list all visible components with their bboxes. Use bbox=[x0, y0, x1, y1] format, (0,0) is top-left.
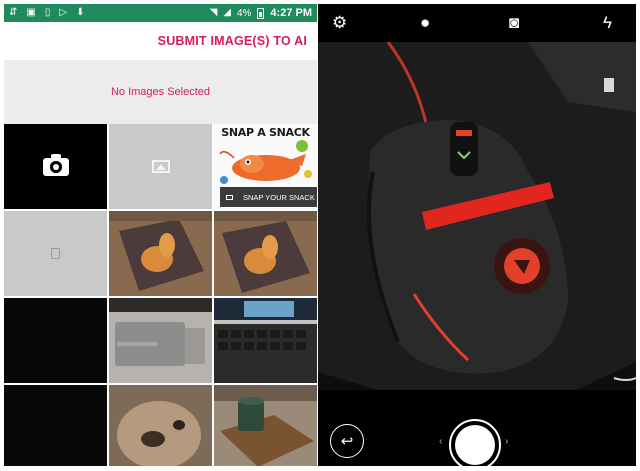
camera-viewfinder[interactable] bbox=[318, 42, 636, 390]
gaming-mouse-preview bbox=[318, 42, 636, 390]
camera-screen: ⚙ ● ◙ ϟ ↩ ‹ › bbox=[318, 4, 636, 466]
app-top-bar: SUBMIT IMAGE(S) TO AI bbox=[4, 22, 317, 60]
screenshot-root: ⇵ ▣ ▯ ▷ ⬇ ◥ ◢ 4% 4:27 PM SUBMIT IMAGE(S)… bbox=[0, 0, 640, 471]
image-picker-screen: ⇵ ▣ ▯ ▷ ⬇ ◥ ◢ 4% 4:27 PM SUBMIT IMAGE(S)… bbox=[4, 4, 317, 466]
phone-icon: ▯ bbox=[44, 7, 51, 18]
snack-caption-bar: SNAP YOUR SNACK bbox=[220, 187, 317, 207]
switch-camera-icon[interactable]: ◙ bbox=[509, 13, 519, 33]
gallery-icon bbox=[226, 194, 233, 200]
dog-photo bbox=[109, 385, 212, 466]
shutter-button[interactable] bbox=[449, 419, 501, 466]
signal-icon: ◢ bbox=[223, 7, 231, 18]
flash-auto-icon[interactable]: ϟ bbox=[603, 13, 612, 33]
photo-thumbnail[interactable] bbox=[214, 298, 317, 383]
file-tile[interactable] bbox=[4, 211, 107, 296]
keyboard-photo bbox=[214, 298, 317, 383]
chevron-left-icon: ‹ bbox=[439, 436, 443, 447]
status-bar: ⇵ ▣ ▯ ▷ ⬇ ◥ ◢ 4% 4:27 PM bbox=[4, 4, 317, 22]
photo-thumbnail[interactable] bbox=[109, 385, 212, 466]
submit-images-button[interactable]: SUBMIT IMAGE(S) TO AI bbox=[158, 34, 307, 48]
camera-controls: ↩ ‹ › bbox=[318, 390, 636, 466]
snack-caption: SNAP YOUR SNACK bbox=[243, 192, 315, 202]
status-time: 4:27 PM bbox=[270, 7, 312, 19]
photo-thumbnail[interactable] bbox=[4, 298, 107, 383]
photo-thumbnail[interactable] bbox=[4, 385, 107, 466]
device-photo bbox=[109, 298, 212, 383]
wifi-icon: ◥ bbox=[209, 7, 218, 18]
chevron-right-icon: › bbox=[505, 436, 509, 447]
play-store-icon: ▷ bbox=[59, 7, 68, 18]
camera-top-bar: ⚙ ● ◙ ϟ bbox=[318, 4, 636, 42]
filters-icon[interactable]: ● bbox=[420, 13, 430, 33]
back-icon[interactable]: ↩ bbox=[330, 424, 364, 458]
download-icon: ⬇ bbox=[76, 7, 85, 18]
usb-icon: ⇵ bbox=[9, 7, 18, 18]
battery-icon bbox=[257, 7, 265, 19]
battery-percent: 4% bbox=[236, 7, 252, 19]
image-grid: SNAP A SNACK SNAP YOUR SNACK bbox=[4, 124, 317, 466]
settings-icon[interactable]: ⚙ bbox=[332, 13, 347, 33]
camera-icon bbox=[42, 153, 69, 176]
file-icon bbox=[51, 248, 60, 259]
photo-thumbnail[interactable] bbox=[109, 298, 212, 383]
image-icon: ▣ bbox=[26, 7, 36, 18]
photo-thumbnail[interactable] bbox=[109, 211, 212, 296]
shutter-inner bbox=[455, 425, 495, 465]
coaster-photo bbox=[214, 211, 317, 296]
cup-photo bbox=[214, 385, 317, 466]
selected-images-area: No Images Selected bbox=[4, 60, 317, 124]
photo-thumbnail[interactable] bbox=[214, 211, 317, 296]
camera-tile[interactable] bbox=[4, 124, 107, 209]
gallery-icon bbox=[151, 160, 170, 173]
photo-thumbnail[interactable] bbox=[214, 385, 317, 466]
gallery-tile[interactable] bbox=[109, 124, 212, 209]
empty-state-text: No Images Selected bbox=[110, 86, 211, 98]
coaster-photo bbox=[109, 211, 212, 296]
snack-thumbnail[interactable]: SNAP A SNACK SNAP YOUR SNACK bbox=[214, 124, 317, 209]
